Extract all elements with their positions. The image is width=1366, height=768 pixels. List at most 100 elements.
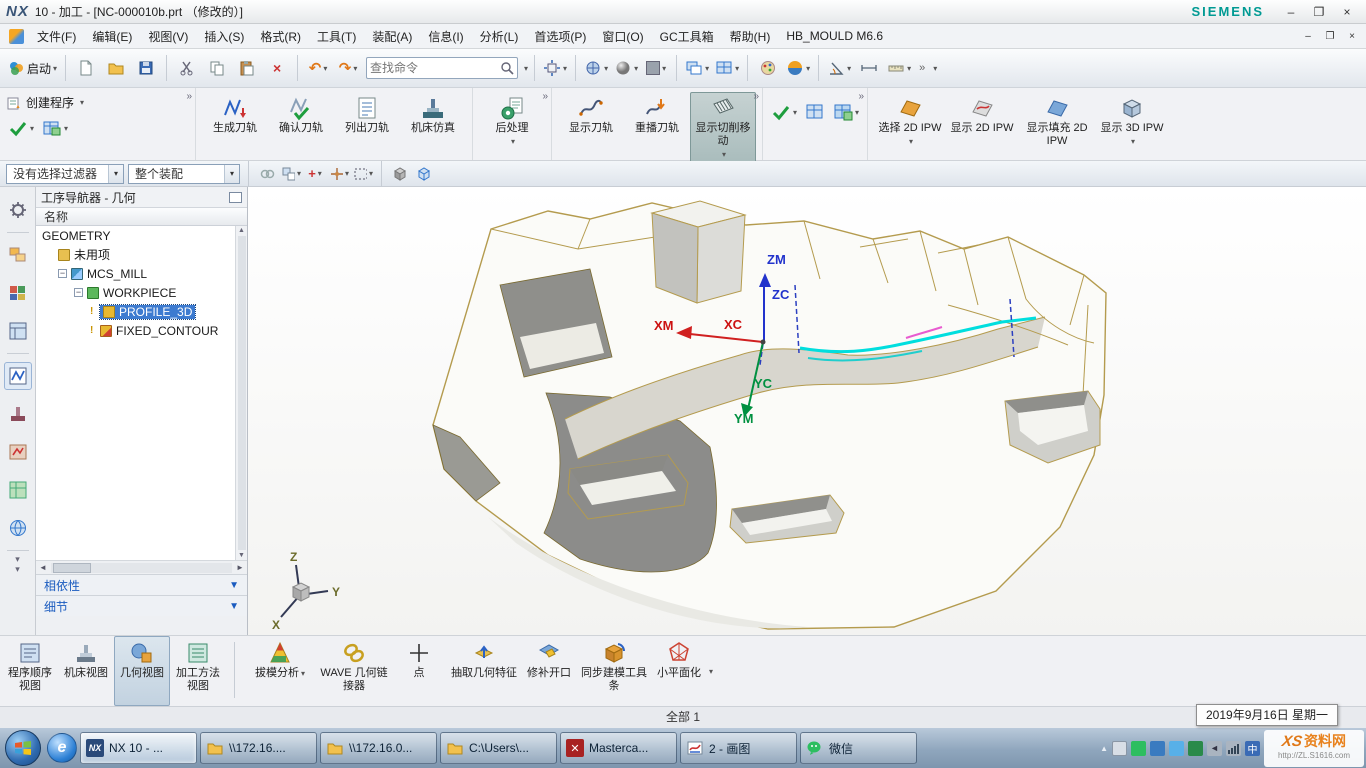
- tree-row-profile-3d[interactable]: !PROFILE_3D: [36, 302, 247, 321]
- antivirus-icon[interactable]: [1150, 741, 1165, 756]
- taskbar-button-wechat[interactable]: 微信: [800, 732, 917, 764]
- redo-button[interactable]: ↷▾: [334, 54, 362, 82]
- verify-toolpath-button[interactable]: 确认刀轨: [268, 92, 334, 138]
- cut-button[interactable]: [173, 54, 201, 82]
- create-program-button[interactable]: 创建程序 ▾: [6, 94, 84, 111]
- close-button[interactable]: ×: [1334, 3, 1360, 21]
- measure-angle-button[interactable]: ▾: [825, 54, 853, 82]
- constraint-navigator-icon[interactable]: [4, 279, 32, 307]
- machining-method-view-button[interactable]: 加工方法视图: [170, 636, 226, 706]
- child-restore-button[interactable]: ❐: [1320, 29, 1340, 44]
- selection-filter-dropdown[interactable]: 没有选择过滤器▾: [6, 164, 124, 184]
- copy-button[interactable]: [203, 54, 231, 82]
- show-toolpath-button[interactable]: 显示刀轨: [558, 92, 624, 138]
- collapse-toggle[interactable]: −: [74, 288, 83, 297]
- point-button[interactable]: 点: [391, 636, 447, 706]
- horizontal-scrollbar[interactable]: ◄ ►: [36, 560, 247, 574]
- facet-button[interactable]: 小平面化: [651, 636, 707, 706]
- wave-geometry-linker-button[interactable]: WAVE 几何链接器: [317, 636, 391, 706]
- part-navigator-icon[interactable]: [4, 317, 32, 345]
- patch-opening-button[interactable]: 修补开口: [521, 636, 577, 706]
- scroll-down-icon[interactable]: ▾: [15, 554, 20, 564]
- menu-window[interactable]: 窗口(O): [594, 25, 651, 48]
- orient-snap-button[interactable]: ▾: [329, 164, 349, 184]
- dropdown-icon[interactable]: ▾: [709, 667, 713, 676]
- render-style-button[interactable]: ▾: [612, 54, 640, 82]
- new-file-button[interactable]: [72, 54, 100, 82]
- geometry-view-button[interactable]: 几何视图: [114, 636, 170, 706]
- undo-button[interactable]: ↶▾: [304, 54, 332, 82]
- overflow-icon[interactable]: »: [915, 62, 929, 74]
- machine-tool-navigator-icon[interactable]: [4, 400, 32, 428]
- scroll-right-icon[interactable]: ►: [233, 563, 247, 572]
- security-shield-icon[interactable]: [1188, 741, 1203, 756]
- overflow-icon[interactable]: »: [542, 91, 548, 102]
- fit-view-button[interactable]: ▾: [541, 54, 569, 82]
- visualization-button[interactable]: ▾: [784, 54, 812, 82]
- lasso-select-button[interactable]: ▾: [353, 164, 373, 184]
- menu-edit[interactable]: 编辑(E): [84, 25, 140, 48]
- details-section[interactable]: 细节▼: [36, 595, 247, 616]
- generate-toolpath-button[interactable]: 生成刀轨: [202, 92, 268, 138]
- extract-geometric-feature-button[interactable]: 抽取几何特征: [447, 636, 521, 706]
- list-toolpath-button[interactable]: 列出刀轨: [334, 92, 400, 138]
- menu-tools[interactable]: 工具(T): [309, 25, 364, 48]
- show-fill-2d-ipw-button[interactable]: 显示填充 2D IPW: [1018, 92, 1096, 151]
- child-close-button[interactable]: ×: [1342, 29, 1362, 44]
- menu-gc-toolbox[interactable]: GC工具箱: [652, 25, 722, 48]
- shaded-cube-icon[interactable]: [390, 164, 410, 184]
- menu-assemblies[interactable]: 装配(A): [364, 25, 420, 48]
- select-2d-ipw-button[interactable]: 选择 2D IPW ▾: [874, 92, 946, 151]
- save-button[interactable]: [132, 54, 160, 82]
- taskbar-button-share1[interactable]: \\172.16....: [200, 732, 317, 764]
- paste-button[interactable]: [233, 54, 261, 82]
- show-cutting-moves-button[interactable]: 显示切削移动 ▾: [690, 92, 756, 164]
- taskbar-button-paint[interactable]: 2 - 画图: [680, 732, 797, 764]
- taskbar-button-mastercam[interactable]: ✕ Masterca...: [560, 732, 677, 764]
- operation-navigator-icon[interactable]: [4, 362, 32, 390]
- postprocess-button[interactable]: 后处理 ▾: [479, 92, 545, 151]
- window-layout-button[interactable]: ▾: [713, 54, 741, 82]
- roles-palette-button[interactable]: [754, 54, 782, 82]
- app-menu-icon[interactable]: [9, 29, 24, 44]
- open-button[interactable]: [102, 54, 130, 82]
- orient-view-button[interactable]: ▾: [582, 54, 610, 82]
- menu-format[interactable]: 格式(R): [252, 25, 309, 48]
- tree-row-unused[interactable]: 未用项: [36, 245, 247, 264]
- start-button[interactable]: 启动 ▾: [6, 54, 59, 82]
- wechat-tray-icon[interactable]: [1131, 741, 1146, 756]
- draft-analysis-button[interactable]: 拔模分析▾: [243, 636, 317, 706]
- create-geometry-button[interactable]: ▾: [40, 116, 70, 140]
- blue-grid-button[interactable]: [803, 100, 827, 124]
- wireframe-cube-icon[interactable]: [414, 164, 434, 184]
- blue-grid-dropdown-button[interactable]: ▾: [831, 100, 861, 124]
- settings-gear-icon[interactable]: [4, 196, 32, 224]
- process-studio-icon[interactable]: [4, 438, 32, 466]
- collapse-toggle[interactable]: −: [58, 269, 67, 278]
- show-2d-ipw-button[interactable]: 显示 2D IPW: [946, 92, 1018, 138]
- cloud-drive-icon[interactable]: [1169, 741, 1184, 756]
- scroll-left-icon[interactable]: ◄: [36, 563, 50, 572]
- overflow-icon[interactable]: »: [753, 91, 759, 102]
- child-minimize-button[interactable]: –: [1298, 29, 1318, 44]
- tree-row-geometry[interactable]: GEOMETRY: [36, 226, 247, 245]
- tree-row-mcs-mill[interactable]: −MCS_MILL: [36, 264, 247, 283]
- restore-button[interactable]: ❐: [1306, 3, 1332, 21]
- touch-keyboard-icon[interactable]: [1112, 741, 1127, 756]
- show-hidden-icons-button[interactable]: ▲: [1100, 744, 1108, 753]
- replay-toolpath-button[interactable]: 重播刀轨: [624, 92, 690, 138]
- graphics-window[interactable]: XM XC ZM ZC YC YM Z Y X: [248, 187, 1366, 635]
- menu-analysis[interactable]: 分析(L): [472, 25, 527, 48]
- vertical-scrollbar[interactable]: ▲▼: [235, 226, 247, 560]
- highlight-select-button[interactable]: ▾: [281, 164, 301, 184]
- background-button[interactable]: ▾: [642, 54, 670, 82]
- menu-preferences[interactable]: 首选项(P): [526, 25, 594, 48]
- create-tool-button[interactable]: ▾: [6, 116, 36, 140]
- overflow-icon[interactable]: »: [858, 91, 864, 102]
- tree-row-workpiece[interactable]: −WORKPIECE: [36, 283, 247, 302]
- template-studio-icon[interactable]: [4, 476, 32, 504]
- taskbar-button-users-folder[interactable]: C:\Users\...: [440, 732, 557, 764]
- browser-icon[interactable]: e: [47, 733, 77, 763]
- column-header-name[interactable]: 名称: [44, 208, 68, 225]
- menu-hb-mould[interactable]: HB_MOULD M6.6: [778, 26, 891, 46]
